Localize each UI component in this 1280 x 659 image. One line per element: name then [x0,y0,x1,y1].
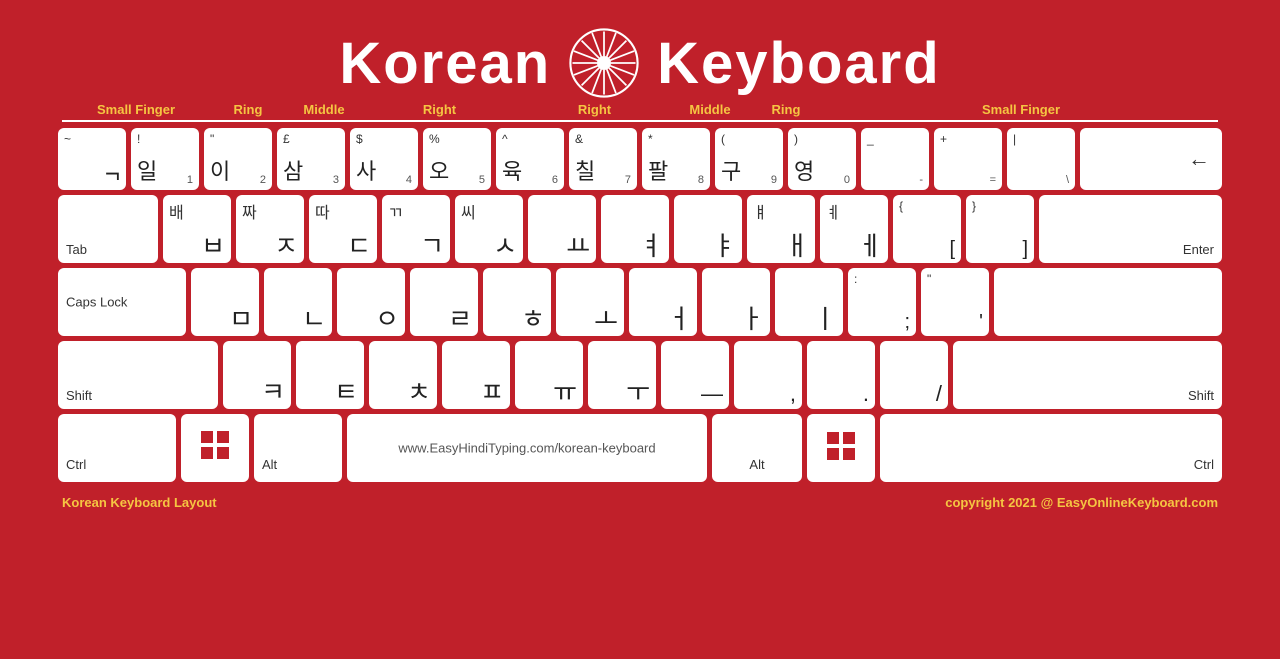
key-bracket-close[interactable]: } ] [966,195,1034,263]
key-2[interactable]: " 이 2 [204,128,272,190]
ctrl-left-key[interactable]: Ctrl [58,414,176,482]
key-c[interactable]: ㅊ [369,341,437,409]
finger-label-ring-right: Ring [748,102,824,122]
key-equals[interactable]: + = [934,128,1002,190]
key-backslash[interactable]: | \ [1007,128,1075,190]
finger-label-small-right: Small Finger [824,102,1218,122]
key-w[interactable]: 짜 ㅈ [236,195,304,263]
key-4[interactable]: $ 사 4 [350,128,418,190]
key-i[interactable]: ㅑ [674,195,742,263]
header: Korean [0,0,1280,98]
key-7[interactable]: & 칠 7 [569,128,637,190]
finger-label-right-right: Right [517,102,672,122]
ctrl-right-key[interactable]: Ctrl [880,414,1222,482]
title-left: Korean [339,30,551,97]
key-0[interactable]: ) 영 0 [788,128,856,190]
win-right-key[interactable] [807,414,875,482]
qwerty-row: Tab 배 ㅂ 짜 ㅈ 따 ㄷ ㄲ ㄱ 씨 ㅅ ㅛ [58,195,1222,263]
key-l[interactable]: ㅣ [775,268,843,336]
finger-label-middle-left: Middle [286,102,362,122]
key-s[interactable]: ㄴ [264,268,332,336]
key-q[interactable]: 배 ㅂ [163,195,231,263]
asdf-row: Caps Lock ㅁ ㄴ ㅇ ㄹ ㅎ ㅗ ㅓ [58,268,1222,336]
bottom-row: Ctrl Alt www.EasyHindiTyping.com/korean-… [58,414,1222,482]
title-right: Keyboard [657,30,941,97]
key-a[interactable]: ㅁ [191,268,259,336]
caps-lock-key[interactable]: Caps Lock [58,268,186,336]
key-d[interactable]: ㅇ [337,268,405,336]
finger-label-middle-right: Middle [672,102,748,122]
footer-left: Korean Keyboard Layout [62,495,217,510]
enter-key-extend[interactable] [994,268,1222,336]
key-n[interactable]: ㅜ [588,341,656,409]
key-x[interactable]: ㅌ [296,341,364,409]
key-b[interactable]: ㅠ [515,341,583,409]
key-slash[interactable]: / [880,341,948,409]
key-t[interactable]: 씨 ㅅ [455,195,523,263]
space-url: www.EasyHindiTyping.com/korean-keyboard [398,441,655,456]
alt-left-key[interactable]: Alt [254,414,342,482]
key-r[interactable]: ㄲ ㄱ [382,195,450,263]
key-o[interactable]: ㅒ ㅐ [747,195,815,263]
key-backtick[interactable]: ~ ¬ [58,128,126,190]
key-f[interactable]: ㄹ [410,268,478,336]
key-3[interactable]: £ 삼 3 [277,128,345,190]
win-left-key[interactable] [181,414,249,482]
win-right-icon [827,432,855,465]
key-p[interactable]: ㅖ ㅔ [820,195,888,263]
backspace-icon: ← [1188,146,1210,172]
key-j[interactable]: ㅓ [629,268,697,336]
footer: Korean Keyboard Layout copyright 2021 @ … [0,487,1280,510]
keyboard: ~ ¬ ! 일 1 " 이 2 £ 삼 3 $ 사 4 [0,128,1280,482]
backspace-key[interactable]: ← [1080,128,1222,190]
space-key[interactable]: www.EasyHindiTyping.com/korean-keyboard [347,414,707,482]
tab-key[interactable]: Tab [58,195,158,263]
key-semicolon[interactable]: : ; [848,268,916,336]
footer-right: copyright 2021 @ EasyOnlineKeyboard.com [945,495,1218,510]
key-y[interactable]: ㅛ [528,195,596,263]
number-row: ~ ¬ ! 일 1 " 이 2 £ 삼 3 $ 사 4 [58,128,1222,190]
key-k[interactable]: ㅏ [702,268,770,336]
enter-key[interactable]: Enter [1039,195,1222,263]
finger-label-small-left: Small Finger [62,102,210,122]
key-z[interactable]: ㅋ [223,341,291,409]
key-m[interactable]: — [661,341,729,409]
wheel-icon [569,28,639,98]
key-comma[interactable]: , [734,341,802,409]
win-left-icon [201,431,229,466]
key-v[interactable]: ㅍ [442,341,510,409]
shift-right-key[interactable]: Shift [953,341,1222,409]
key-quote[interactable]: " ' [921,268,989,336]
key-bracket-open[interactable]: { [ [893,195,961,263]
shift-left-key[interactable]: Shift [58,341,218,409]
key-u[interactable]: ㅕ [601,195,669,263]
key-6[interactable]: ^ 육 6 [496,128,564,190]
finger-labels: Small Finger Ring Middle Right Right [0,98,1280,122]
key-9[interactable]: ( 구 9 [715,128,783,190]
key-period[interactable]: . [807,341,875,409]
alt-right-key[interactable]: Alt [712,414,802,482]
zxcv-row: Shift ㅋ ㅌ ㅊ ㅍ ㅠ ㅜ — , [58,341,1222,409]
key-minus[interactable]: _ - [861,128,929,190]
key-g[interactable]: ㅎ [483,268,551,336]
finger-label-ring-left: Ring [210,102,286,122]
key-1[interactable]: ! 일 1 [131,128,199,190]
key-5[interactable]: % 오 5 [423,128,491,190]
main-container: Korean [0,0,1280,510]
key-h[interactable]: ㅗ [556,268,624,336]
key-8[interactable]: * 팔 8 [642,128,710,190]
finger-label-right-left: Right [362,102,517,122]
key-e[interactable]: 따 ㄷ [309,195,377,263]
